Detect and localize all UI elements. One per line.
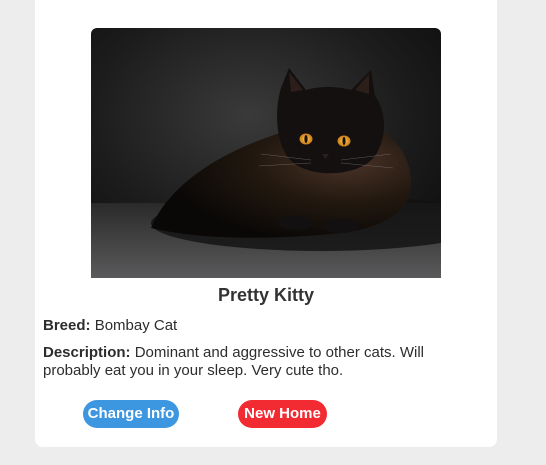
new-home-button[interactable]: New Home (238, 400, 327, 428)
black-cat-photo (91, 28, 441, 278)
pet-name-title: Pretty Kitty (217, 285, 315, 305)
pet-card: Pretty Kitty Breed: Bombay Cat Descripti… (35, 0, 497, 447)
breed-label: Breed: (43, 317, 91, 334)
description-label: Description: (43, 344, 131, 361)
description-field: Description: Dominant and aggressive to … (43, 344, 447, 380)
breed-field: Breed: Bombay Cat (43, 317, 447, 335)
breed-value: Bombay Cat (94, 317, 178, 334)
change-info-button[interactable]: Change Info (83, 400, 179, 428)
